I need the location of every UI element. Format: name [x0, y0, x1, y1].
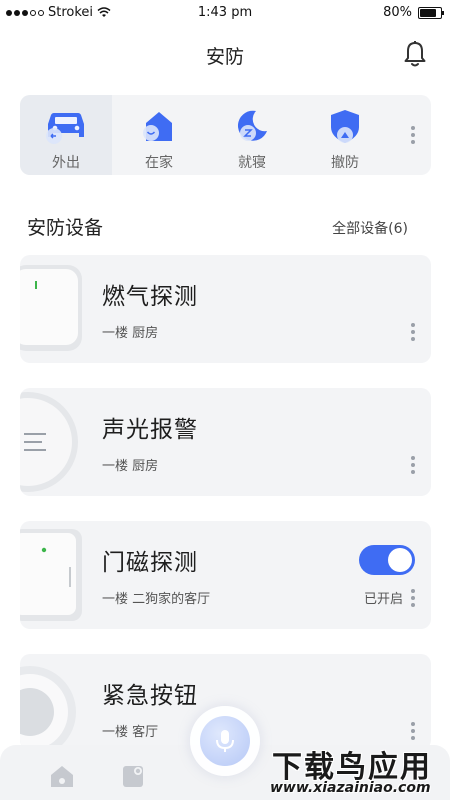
moon-icon	[237, 110, 267, 141]
toggle-knob	[388, 548, 412, 572]
device-location: 一楼 厨房	[102, 459, 159, 474]
device-location: 一楼 客厅	[102, 725, 159, 740]
status-bar: Strokei 1:43 pm 80%	[0, 0, 450, 26]
more-icon[interactable]	[411, 456, 415, 474]
mode-away[interactable]: 外出	[20, 95, 112, 175]
device-card-siren[interactable]: 声光报警 一楼 厨房	[20, 388, 431, 496]
section-title: 安防设备	[27, 217, 104, 239]
status-right: 80%	[383, 5, 444, 20]
mode-label: 在家	[145, 155, 173, 171]
voice-button[interactable]	[200, 716, 250, 766]
security-mode-panel: 外出 在家 就寝 撤防	[20, 95, 431, 175]
home-tab-icon[interactable]	[49, 763, 75, 789]
more-icon[interactable]	[411, 722, 415, 740]
watermark-url: www.xiazainiao.com	[270, 780, 431, 796]
door-sensor-toggle[interactable]	[359, 545, 415, 575]
battery-percent: 80%	[383, 5, 412, 20]
more-icon[interactable]	[411, 323, 415, 341]
device-card-gas[interactable]: 燃气探测 一楼 厨房	[20, 255, 431, 363]
devices-tab-icon[interactable]	[121, 763, 147, 789]
mic-icon	[216, 730, 234, 752]
mode-home[interactable]: 在家	[113, 95, 205, 175]
car-icon	[46, 113, 84, 144]
device-card-door[interactable]: 门磁探测 一楼 二狗家的客厅 已开启	[20, 521, 431, 629]
shield-icon	[331, 110, 359, 143]
bell-icon[interactable]	[402, 40, 428, 68]
nav-bar: 安防	[0, 26, 450, 78]
mode-label: 外出	[52, 155, 80, 171]
mode-disarm[interactable]: 撤防	[299, 95, 391, 175]
mode-label: 撤防	[331, 155, 359, 171]
emergency-button-icon	[20, 666, 76, 750]
device-name: 燃气探测	[102, 284, 198, 310]
all-devices-link[interactable]: 全部设备(6)	[332, 218, 408, 238]
device-name: 声光报警	[102, 417, 198, 443]
device-status: 已开启	[363, 592, 403, 607]
device-location: 一楼 二狗家的客厅	[102, 592, 211, 607]
watermark: 下载鸟应用 www.xiazainiao.com	[264, 740, 450, 800]
mode-label: 就寝	[238, 155, 266, 171]
more-icon[interactable]	[411, 126, 415, 144]
page-title: 安防	[205, 46, 244, 68]
battery-icon	[418, 6, 444, 19]
gas-detector-icon	[20, 265, 82, 351]
device-name: 门磁探测	[102, 550, 198, 576]
siren-icon	[20, 392, 78, 492]
device-location: 一楼 厨房	[102, 326, 159, 341]
device-name: 紧急按钮	[102, 683, 198, 709]
door-sensor-icon	[20, 529, 82, 621]
more-icon[interactable]	[411, 589, 415, 607]
home-icon	[143, 112, 172, 141]
mode-sleep[interactable]: 就寝	[206, 95, 298, 175]
